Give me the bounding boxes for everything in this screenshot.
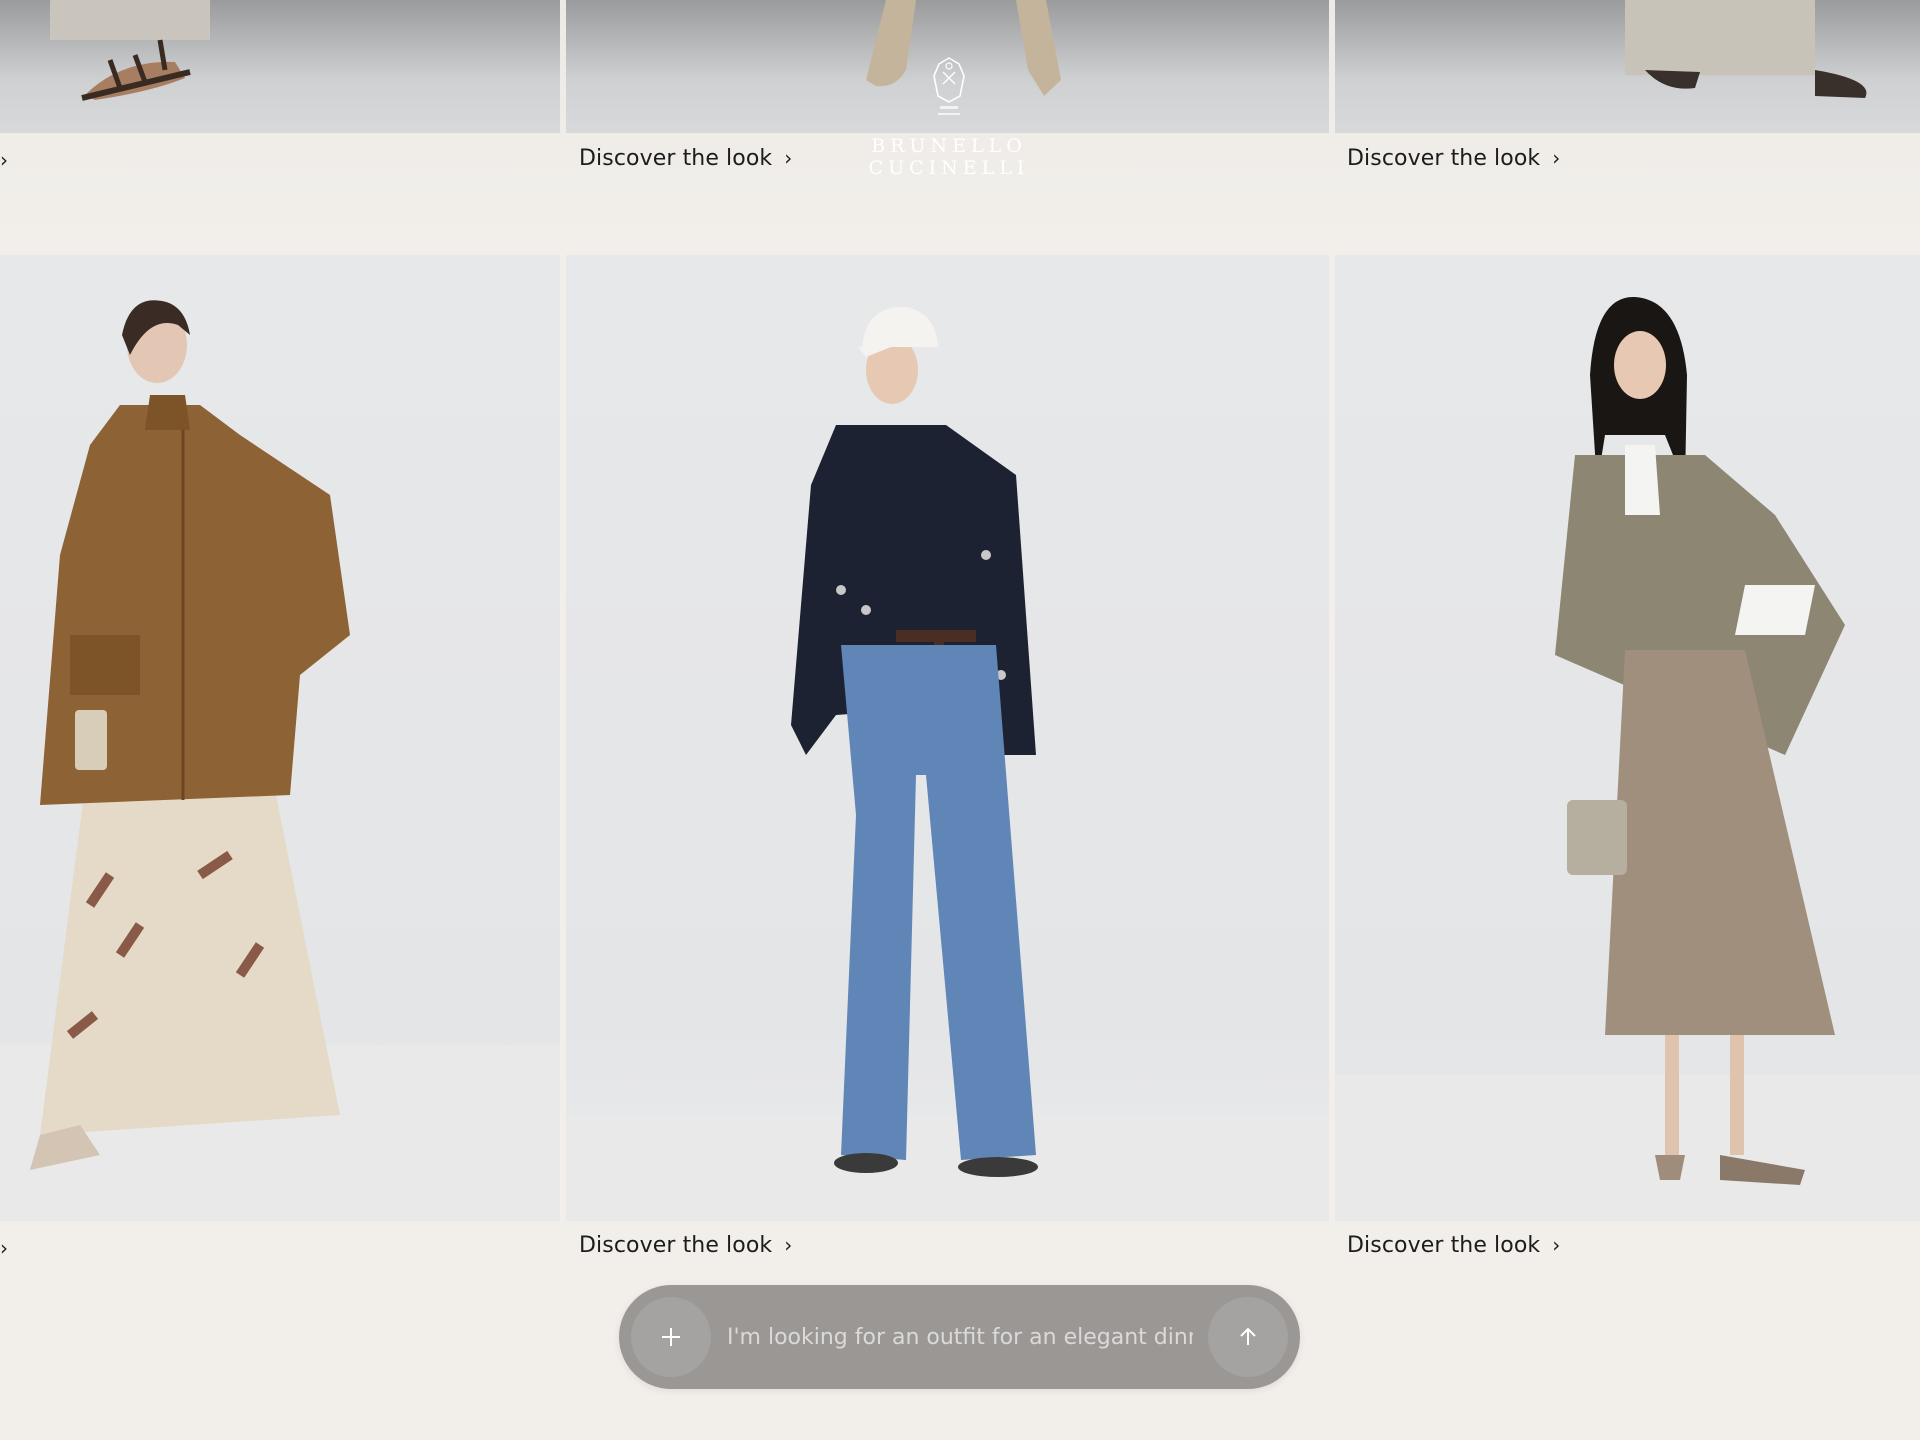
plus-icon (662, 1328, 680, 1346)
chevron-right-icon: › (0, 1236, 8, 1260)
chevron-right-icon: › (0, 148, 8, 172)
discover-look-label: Discover the look (579, 1233, 773, 1258)
discover-look-link-top-center[interactable]: Discover the look › (579, 146, 792, 171)
chevron-right-icon: › (784, 1233, 793, 1257)
discover-look-link-top-right[interactable]: Discover the look › (1347, 146, 1560, 171)
brand-crest-icon (933, 57, 965, 115)
chevron-right-icon: › (1552, 146, 1561, 170)
sandal-feet-illustration (50, 0, 210, 101)
model-suede-jacket-illustration (0, 300, 560, 1221)
model-denim-illustration (566, 306, 1329, 1221)
model-silk-skirt-illustration (1335, 296, 1920, 1221)
chevron-right-icon: › (784, 146, 793, 170)
look-image-right[interactable] (1335, 255, 1920, 1221)
lookbook-page: › Discover the look › Discover the look › … (0, 0, 1920, 1440)
discover-look-link-center[interactable]: Discover the look › (579, 1233, 792, 1258)
discover-look-link-right[interactable]: Discover the look › (1347, 1233, 1560, 1258)
mules-illustration (1625, 0, 1867, 98)
chevron-right-icon: › (1552, 1233, 1561, 1257)
look-image-top-right[interactable] (1335, 0, 1920, 133)
discover-look-label: Discover the look (1347, 146, 1541, 171)
discover-look-label: Discover the look (579, 146, 773, 171)
arrow-up-icon (1240, 1327, 1256, 1345)
look-image-center[interactable] (566, 255, 1329, 1221)
send-button[interactable] (1208, 1297, 1288, 1377)
chat-input[interactable] (727, 1315, 1193, 1359)
add-attachment-button[interactable] (631, 1297, 711, 1377)
assistant-chat-bar (619, 1285, 1300, 1389)
brand-name: BRUNELLO CUCINELLI (868, 135, 1030, 179)
discover-look-label: Discover the look (1347, 1233, 1541, 1258)
look-image-top-left[interactable] (0, 0, 560, 133)
brand-logo[interactable]: BRUNELLO CUCINELLI (799, 54, 1099, 179)
look-image-left[interactable] (0, 255, 560, 1221)
